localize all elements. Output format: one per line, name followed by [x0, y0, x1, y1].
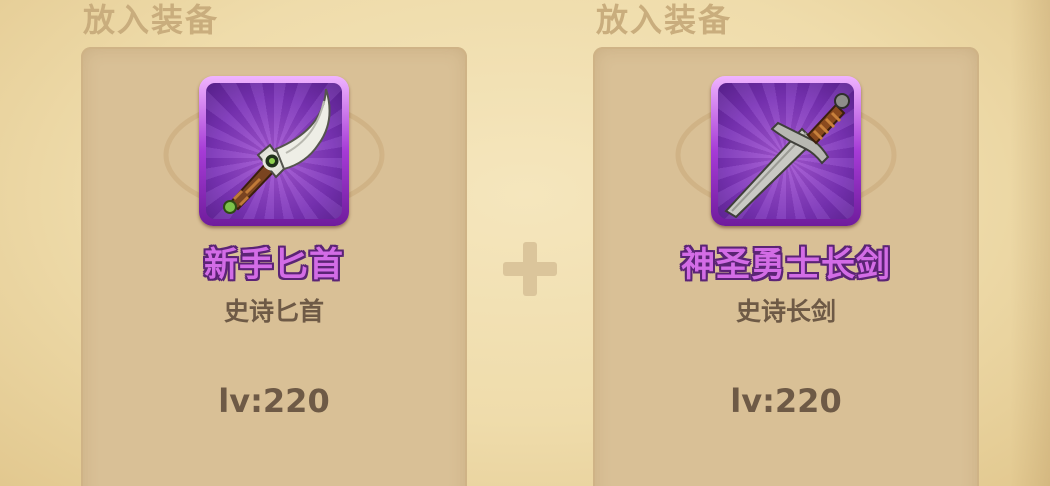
item-type-right: 史诗长剑	[735, 297, 836, 326]
item-name-left: 新手匕首	[204, 245, 344, 285]
equipment-slot-left[interactable]: 新手匕首 史诗匕首 lv:220	[81, 47, 467, 486]
slot-title-right: 放入装备	[596, 1, 733, 39]
item-level-right: lv:220	[730, 382, 842, 420]
plus-icon	[503, 242, 557, 296]
item-type-left: 史诗匕首	[223, 297, 324, 326]
item-level-left: lv:220	[218, 382, 330, 420]
background-edge	[1010, 0, 1050, 486]
item-name-right: 神圣勇士长剑	[681, 245, 891, 285]
item-icon-frame-left[interactable]	[199, 76, 349, 226]
dagger-icon	[223, 88, 331, 214]
slot-title-left: 放入装备	[83, 1, 220, 39]
item-icon-frame-right[interactable]	[711, 76, 861, 226]
longsword-icon	[724, 93, 850, 219]
equipment-slot-right[interactable]: 神圣勇士长剑 史诗长剑 lv:220	[593, 47, 979, 486]
